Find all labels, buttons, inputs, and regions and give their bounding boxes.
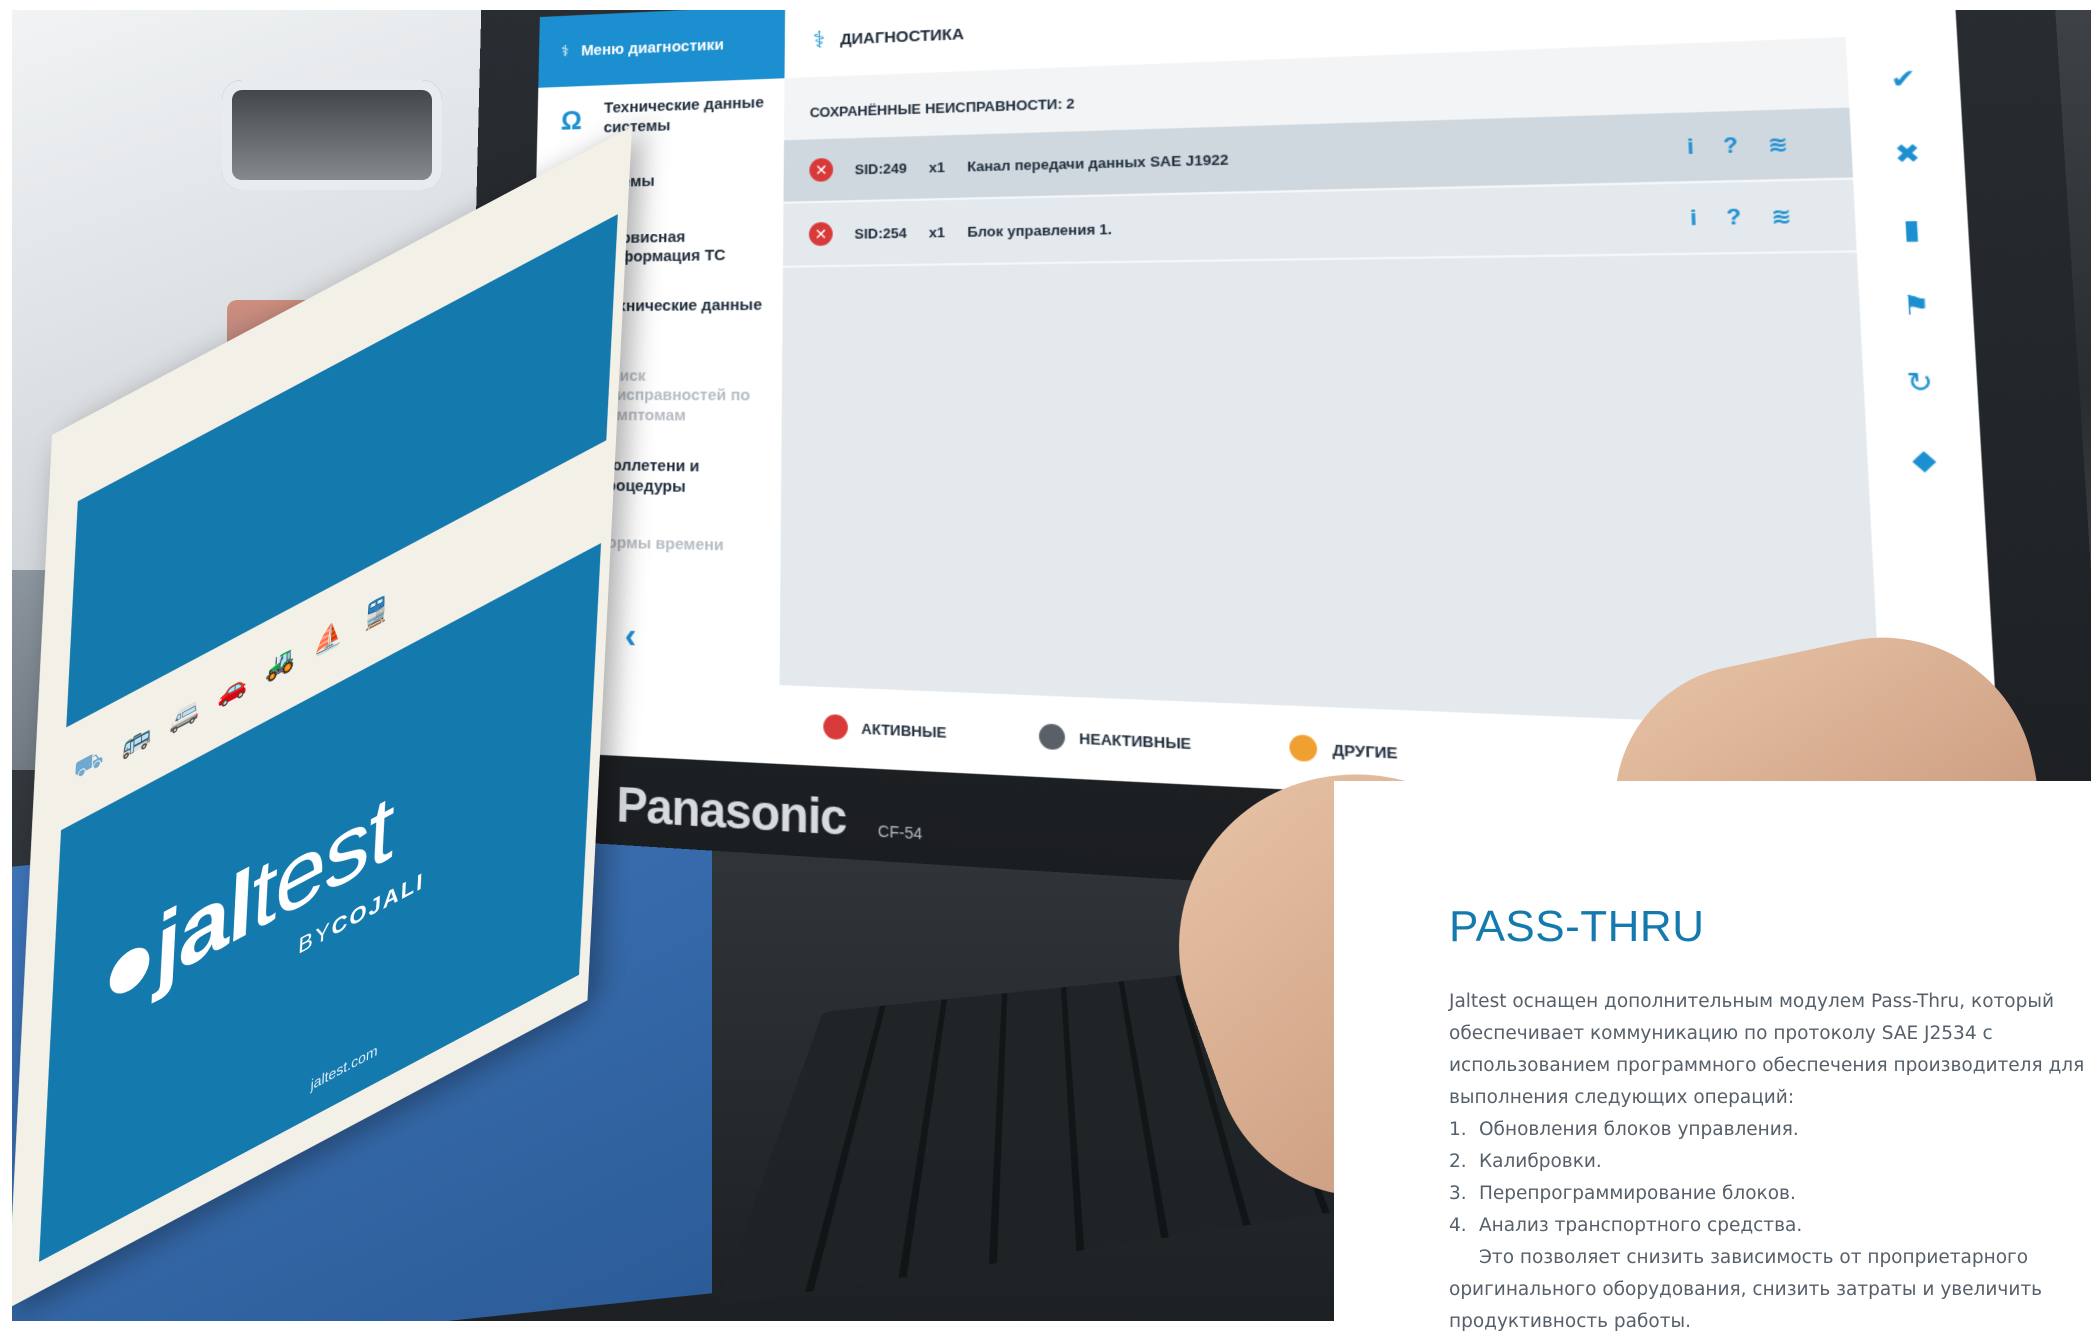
filter-label: НЕАКТИВНЫЕ <box>1079 729 1192 752</box>
list-text: Калибровки. <box>1479 1151 1602 1172</box>
inactive-status-icon <box>1039 723 1066 751</box>
active-status-icon <box>823 713 848 741</box>
tractor-icon: 🚜 <box>264 641 297 686</box>
list-item: 2. Калибровки. <box>1449 1146 2089 1178</box>
filter-other[interactable]: ДРУГИЕ <box>1289 734 1398 765</box>
filter-label: АКТИВНЫЕ <box>861 719 947 741</box>
fault-count: x1 <box>928 158 945 176</box>
boat-icon: ⛵ <box>312 616 345 660</box>
check-icon[interactable]: ✔ <box>1890 63 1917 95</box>
panel-title: PASS-THRU <box>1449 901 1705 951</box>
sidebar-header-label: Меню диагностики <box>580 35 725 60</box>
panel-intro: Jaltest оснащен дополнительным модулем P… <box>1449 991 2085 1108</box>
panel-body: Jaltest оснащен дополнительным модулем P… <box>1449 986 2089 1338</box>
laptop-brand-logo: Panasonic CF-54 <box>616 778 922 852</box>
fault-actions-icon[interactable]: i?≋ <box>1687 131 1819 160</box>
trash-icon[interactable]: ▮ <box>1902 214 1921 246</box>
list-item: 1. Обновления блоков управления. <box>1449 1114 2089 1146</box>
list-text: Обновления блоков управления. <box>1479 1119 1799 1140</box>
sidebar-header[interactable]: ⚕ Меню диагностики <box>538 10 786 88</box>
omega-icon: Ω <box>560 103 583 136</box>
back-chevron-icon[interactable]: ‹ <box>624 614 637 657</box>
truck-headlight <box>222 80 442 190</box>
list-number: 4. <box>1449 1215 1467 1236</box>
truck-icon: ⛟ <box>73 742 105 786</box>
van-icon: 🚐 <box>169 692 201 737</box>
list-item: 4. Анализ транспортного средства. <box>1449 1210 2089 1242</box>
car-icon: 🚗 <box>216 667 249 711</box>
sidebar-item-system-data[interactable]: Ω Технические данные системы <box>537 78 785 154</box>
bus-icon: 🚌 <box>121 718 153 762</box>
list-text: Перепрограммирование блоков. <box>1479 1183 1796 1204</box>
laptop-brand: Panasonic <box>616 777 847 847</box>
export-icon[interactable]: ◆ <box>1911 444 1937 477</box>
error-icon: ✕ <box>808 221 833 246</box>
laptop-model: CF-54 <box>877 821 923 843</box>
diagnostics-title: ДИАГНОСТИКА <box>840 24 965 49</box>
filter-inactive[interactable]: НЕАКТИВНЫЕ <box>1039 723 1191 756</box>
stethoscope-icon: ⚕ <box>812 26 826 54</box>
list-number: 2. <box>1449 1151 1467 1172</box>
sidebar-item-label: Поиск неисправностей по симптомам <box>598 366 751 425</box>
filter-active[interactable]: АКТИВНЫЕ <box>823 713 947 745</box>
panel-outro: Это позволяет снизить зависимость от про… <box>1449 1247 2043 1332</box>
fault-text: Блок управления 1. <box>967 220 1113 240</box>
operations-list: 1. Обновления блоков управления. 2. Калибр… <box>1449 1114 2089 1242</box>
list-text: Анализ транспортного средства. <box>1479 1215 1803 1236</box>
fault-code: SID:254 <box>854 224 907 242</box>
list-number: 3. <box>1449 1183 1467 1204</box>
info-panel: PASS-THRU Jaltest оснащен дополнительным… <box>1334 781 2091 1332</box>
fault-text: Канал передачи данных SAE J1922 <box>967 150 1229 175</box>
clear-icon[interactable]: ✖ <box>1894 138 1922 170</box>
sidebar-item-label: Технические данные ТС <box>600 295 763 335</box>
list-number: 1. <box>1449 1119 1467 1140</box>
refresh-icon[interactable]: ↻ <box>1906 367 1934 399</box>
other-status-icon <box>1289 734 1318 763</box>
fault-count: x1 <box>928 223 945 241</box>
fault-code: SID:249 <box>854 159 907 178</box>
list-item: 3. Перепрограммирование блоков. <box>1449 1178 2089 1210</box>
stethoscope-icon: ⚕ <box>560 42 570 61</box>
flag-icon[interactable]: ⚑ <box>1901 290 1931 322</box>
sidebar-item-label: Бюллетени и процедуры <box>596 455 700 496</box>
error-icon: ✕ <box>809 157 834 182</box>
sidebar-item-label: Нормы времени <box>595 533 724 555</box>
filter-label: ДРУГИЕ <box>1332 740 1398 762</box>
fault-list-panel: СОХРАНЁННЫЕ НЕИСПРАВНОСТИ: 2 ✕ SID:249 x… <box>779 37 1882 730</box>
train-icon: 🚆 <box>360 590 392 635</box>
fault-actions-icon[interactable]: i?≋ <box>1690 203 1823 231</box>
